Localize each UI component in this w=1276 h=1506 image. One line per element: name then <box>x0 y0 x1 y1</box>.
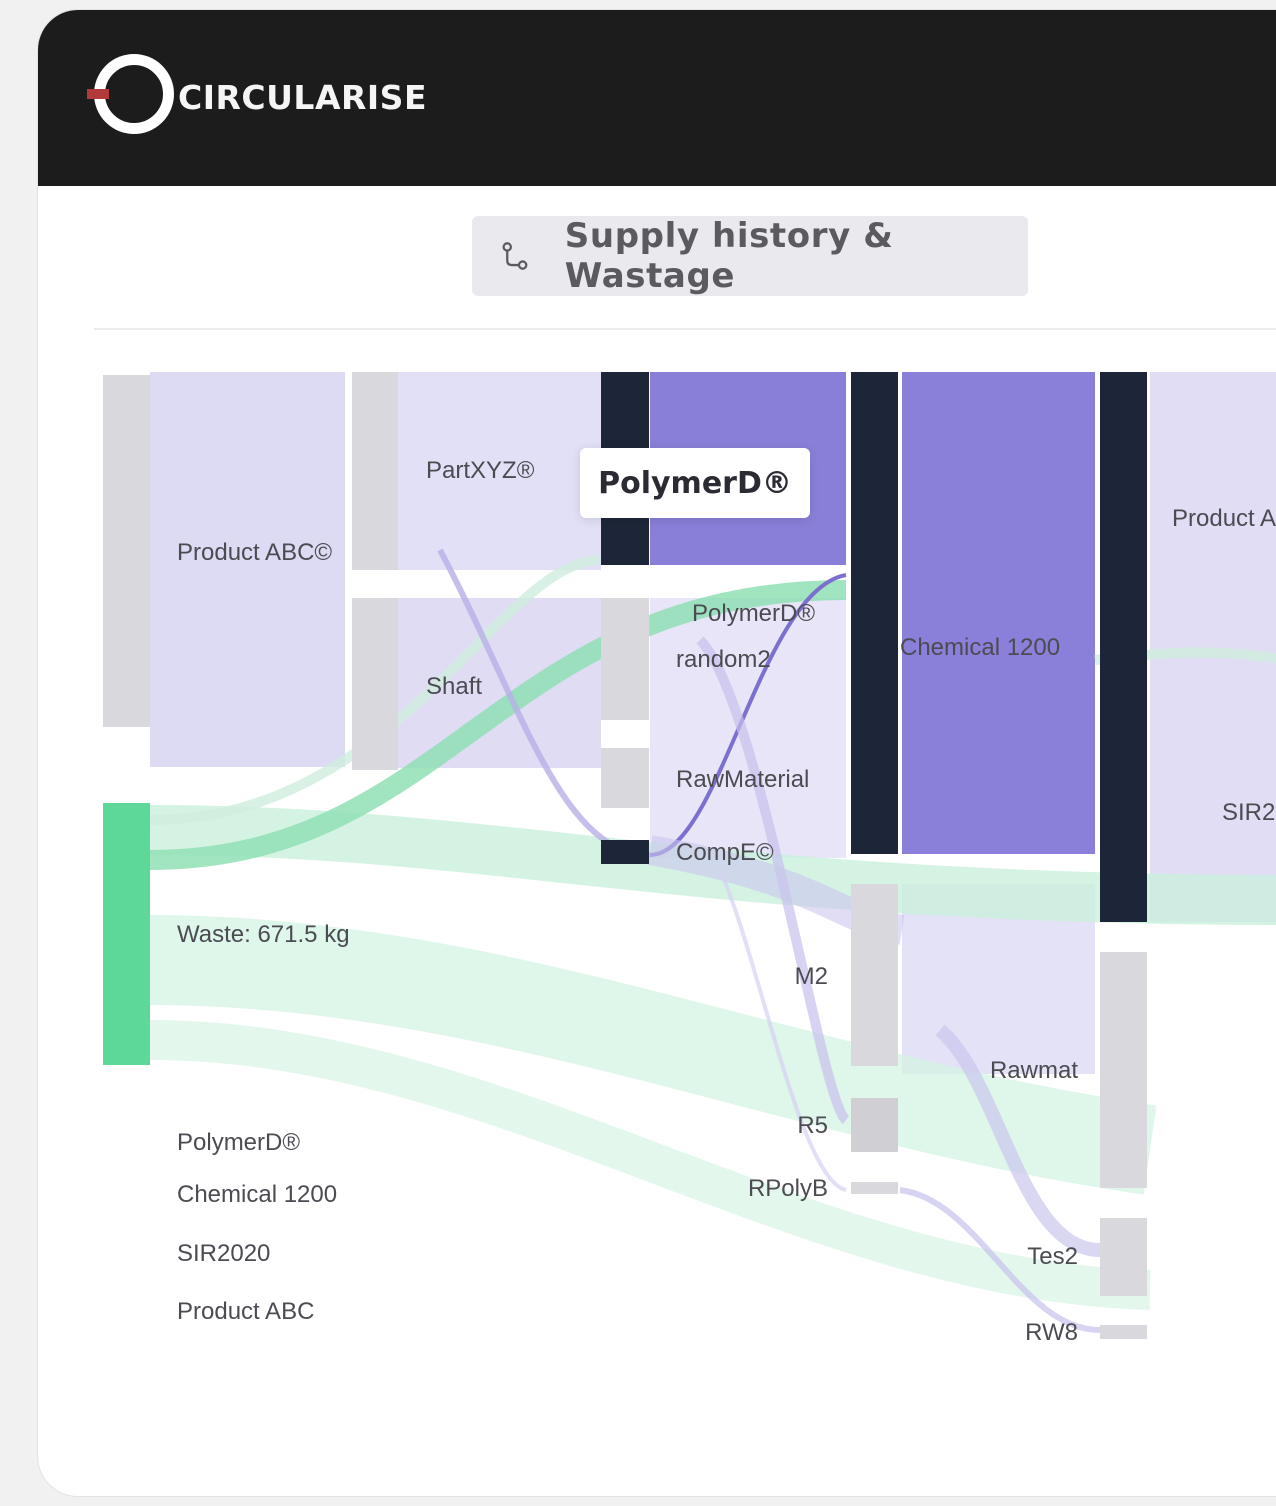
flow-product-right[interactable] <box>1150 372 1276 922</box>
label-m2: M2 <box>795 963 828 990</box>
node-rw8[interactable] <box>1100 1325 1147 1339</box>
node-random2[interactable] <box>601 598 649 720</box>
label-partxyz: PartXYZ® <box>426 457 535 484</box>
label-tes2: Tes2 <box>1027 1243 1078 1270</box>
flow-mid-group[interactable] <box>650 598 846 858</box>
node-chemical-1200[interactable] <box>851 372 898 854</box>
label-rpolyb: RPolyB <box>748 1175 828 1202</box>
node-rawmat[interactable] <box>1100 952 1147 1188</box>
node-tooltip: PolymerD® <box>580 448 810 518</box>
legend-item: SIR2020 <box>177 1240 270 1267</box>
label-shaft: Shaft <box>426 673 482 700</box>
node-partxyz[interactable] <box>352 372 398 570</box>
label-compe: CompE© <box>676 839 774 866</box>
label-rawmat: Rawmat <box>990 1057 1078 1084</box>
flow-product-abc[interactable] <box>150 372 345 767</box>
label-waste: Waste: 671.5 kg <box>177 921 350 948</box>
node-rpolyb[interactable] <box>851 1182 898 1194</box>
label-product-abc: Product ABC© <box>177 539 332 566</box>
legend-item: PolymerD® <box>177 1129 300 1156</box>
flow-chemical[interactable] <box>902 372 1095 854</box>
legend-item: Chemical 1200 <box>177 1181 337 1208</box>
label-chemical-1200: Chemical 1200 <box>900 634 1060 661</box>
node-compe[interactable] <box>601 840 649 864</box>
node-rawmaterial[interactable] <box>601 748 649 808</box>
label-polymerd-mid: PolymerD® <box>692 600 815 627</box>
node-tes2[interactable] <box>1100 1218 1147 1296</box>
node-waste[interactable] <box>103 803 150 1065</box>
label-r5: R5 <box>797 1112 828 1139</box>
label-rawmaterial: RawMaterial <box>676 766 809 793</box>
node-r5[interactable] <box>851 1098 898 1152</box>
app-window: CIRCULARISE Supply history & Wastage Pro… <box>38 10 1276 1496</box>
node-shaft[interactable] <box>352 598 398 770</box>
sankey-diagram: Product ABC© Waste: 671.5 kg PartXYZ® Sh… <box>103 372 1276 1346</box>
legend-item: Product ABC <box>177 1298 314 1325</box>
label-random2: random2 <box>676 646 771 673</box>
label-sir-right: SIR2 <box>1222 799 1275 826</box>
node-product-right[interactable] <box>1100 372 1147 922</box>
node-m2[interactable] <box>851 884 898 1066</box>
label-product-right: Product A <box>1172 505 1276 532</box>
node-product-abc[interactable] <box>103 375 150 727</box>
label-rw8: RW8 <box>1025 1319 1078 1346</box>
